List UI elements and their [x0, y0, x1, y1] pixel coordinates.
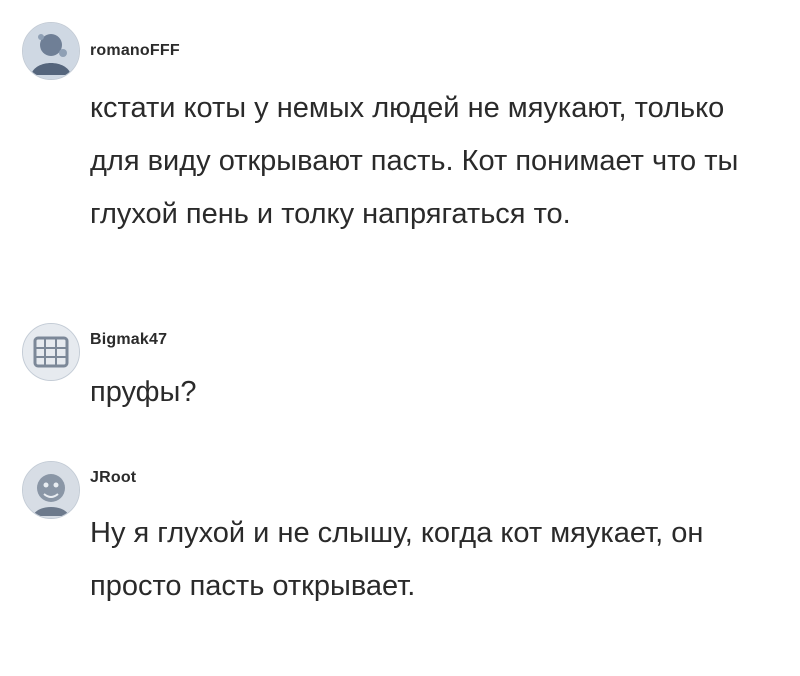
user-avatar[interactable] — [22, 461, 80, 519]
user-avatar[interactable] — [22, 323, 80, 381]
comment-username[interactable]: romanoFFF — [90, 42, 180, 60]
avatar-image — [23, 324, 79, 380]
comment-thread: romanoFFF кстати коты у немых людей не м… — [0, 0, 800, 676]
comment-username[interactable]: JRoot — [90, 469, 136, 487]
avatar-image — [23, 23, 79, 79]
comment-text: кстати коты у немых людей не мяукают, то… — [90, 92, 739, 230]
comment-text: Ну я глухой и не слышу, когда кот мяукае… — [90, 517, 704, 602]
avatar-image — [23, 462, 79, 518]
comment-username[interactable]: Bigmak47 — [90, 331, 167, 349]
comment-text: пруфы? — [90, 376, 197, 408]
user-avatar[interactable] — [22, 22, 80, 80]
